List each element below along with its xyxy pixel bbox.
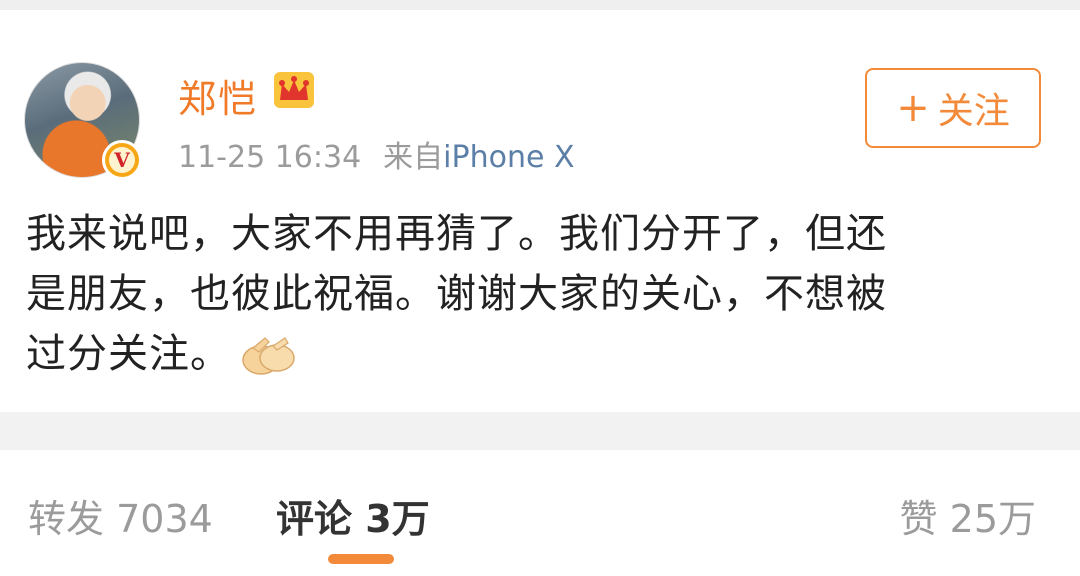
follow-button[interactable]: + 关注 (865, 68, 1041, 148)
post-text-line-1: 我来说吧，大家不用再猜了。我们分开了，但还 (26, 211, 887, 257)
comment-count: 3万 (365, 497, 430, 541)
repost-count: 7034 (116, 497, 213, 541)
like-tab[interactable]: 赞 25万 (900, 488, 1036, 543)
repost-tab[interactable]: 转发 7034 (28, 488, 213, 543)
post-text-line-3: 过分关注。 (26, 331, 231, 377)
section-gap (0, 412, 1080, 450)
comment-tab[interactable]: 评论 3万 (276, 488, 430, 543)
repost-label: 转发 (28, 497, 105, 541)
source-prefix: 来自 (383, 140, 444, 175)
username[interactable]: 郑恺 (178, 68, 258, 123)
post-text-line-2: 是朋友，也彼此祝福。谢谢大家的关心，不想被 (26, 271, 887, 317)
action-bar: 转发 7034 评论 3万 赞 25万 (0, 450, 1080, 576)
verified-badge-icon: V (102, 140, 142, 180)
post-time: 11-25 16:34 (178, 140, 362, 175)
post-text-line-3-wrap: 过分关注。 (26, 324, 1036, 384)
weibo-post-card: V 郑恺 11-25 16:34 来自iPhone X + 关注 我来说吧，大家不用… (0, 10, 1080, 412)
source-device[interactable]: iPhone X (443, 140, 574, 175)
post-text: 我来说吧，大家不用再猜了。我们分开了，但还 是朋友，也彼此祝福。谢谢大家的关心，… (26, 204, 1036, 384)
comment-label: 评论 (276, 497, 353, 541)
active-tab-indicator (328, 554, 394, 564)
plus-icon: + (896, 85, 930, 131)
like-label: 赞 (899, 497, 938, 541)
follow-label: 关注 (937, 91, 1010, 132)
post-meta: 11-25 16:34 来自iPhone X (178, 132, 575, 176)
avatar-container[interactable]: V (24, 62, 142, 180)
ok-hand-emoji-icon (242, 337, 295, 375)
like-count: 25万 (949, 497, 1036, 541)
crown-icon (274, 72, 314, 108)
top-divider (0, 0, 1080, 10)
